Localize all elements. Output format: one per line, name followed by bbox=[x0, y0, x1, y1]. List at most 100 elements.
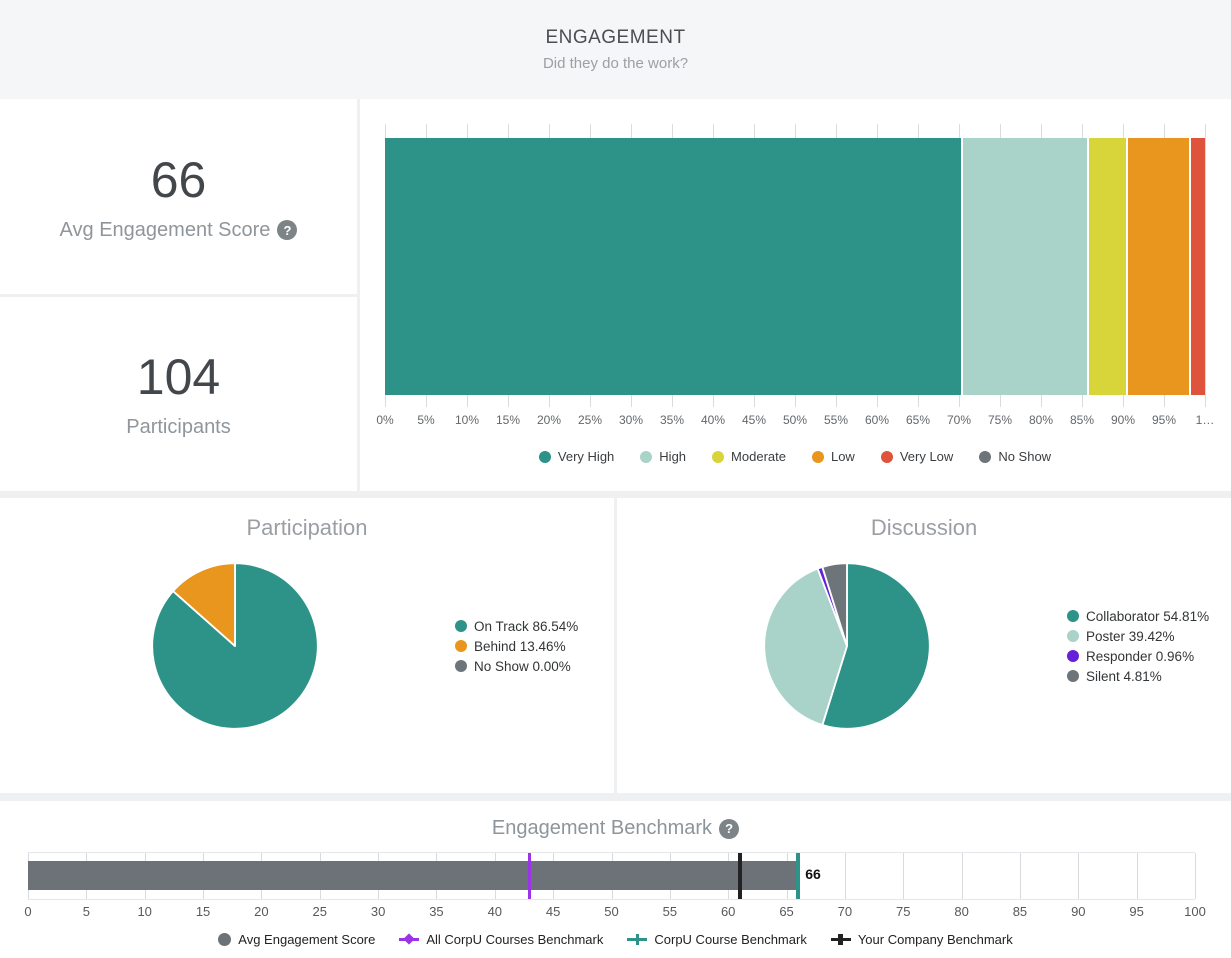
legend-item-all-corpu-courses-benchmark[interactable]: All CorpU Courses Benchmark bbox=[399, 932, 603, 947]
axis-tick-label: 0 bbox=[24, 904, 31, 919]
distribution-legend: Very High High Moderate Low Very Low No Show bbox=[385, 449, 1205, 464]
legend-dot-icon bbox=[1067, 650, 1079, 662]
axis-tick-label: 65% bbox=[906, 413, 930, 427]
distribution-x-axis: 0%5%10%15%20%25%30%35%40%45%50%55%60%65%… bbox=[385, 413, 1205, 429]
axis-tick-label: 20% bbox=[537, 413, 561, 427]
discussion-title: Discussion bbox=[617, 515, 1231, 541]
legend-dot-icon bbox=[455, 660, 467, 672]
bar-segment-very-low[interactable] bbox=[1189, 138, 1205, 395]
page-subtitle: Did they do the work? bbox=[543, 55, 688, 72]
gridline bbox=[845, 853, 846, 899]
axis-tick-label: 30% bbox=[619, 413, 643, 427]
axis-tick-label: 90% bbox=[1111, 413, 1135, 427]
benchmark-marker-all-corpu-courses-benchmark[interactable] bbox=[528, 853, 531, 899]
legend-item-your-company-benchmark[interactable]: Your Company Benchmark bbox=[831, 932, 1013, 947]
legend-label: Very Low bbox=[900, 449, 953, 464]
distribution-plot-area bbox=[385, 124, 1205, 407]
kpi-column: 66 Avg Engagement Score ? 104 Participan… bbox=[0, 99, 357, 491]
gridline bbox=[1205, 124, 1206, 407]
avg-engagement-score-value: 66 bbox=[151, 151, 207, 209]
legend-label: On Track 86.54% bbox=[474, 619, 578, 634]
benchmark-x-axis: 0510152025303540455055606570758085909510… bbox=[28, 904, 1195, 920]
benchmark-plot-area: 66 bbox=[28, 852, 1195, 900]
axis-tick-label: 60 bbox=[721, 904, 735, 919]
legend-item-no-show[interactable]: No Show 0.00% bbox=[455, 659, 578, 674]
legend-item-high[interactable]: High bbox=[640, 449, 686, 464]
legend-item-moderate[interactable]: Moderate bbox=[712, 449, 786, 464]
help-icon[interactable]: ? bbox=[719, 819, 739, 839]
legend-label: Silent 4.81% bbox=[1086, 669, 1162, 684]
axis-tick-label: 85 bbox=[1013, 904, 1027, 919]
benchmark-bar-avg-engagement-score[interactable] bbox=[28, 861, 798, 890]
legend-item-responder[interactable]: Responder 0.96% bbox=[1067, 649, 1209, 664]
axis-tick-label: 30 bbox=[371, 904, 385, 919]
benchmark-value-label: 66 bbox=[805, 866, 821, 882]
axis-tick-label: 85% bbox=[1070, 413, 1094, 427]
bar-segment-high[interactable] bbox=[961, 138, 1087, 395]
axis-tick-label: 35 bbox=[429, 904, 443, 919]
axis-tick-label: 15 bbox=[196, 904, 210, 919]
legend-plus-line-icon bbox=[627, 933, 647, 946]
legend-dot-icon bbox=[979, 451, 991, 463]
bar-segment-low[interactable] bbox=[1126, 138, 1189, 395]
legend-label: Your Company Benchmark bbox=[858, 932, 1013, 947]
legend-dot-icon bbox=[640, 451, 652, 463]
avg-engagement-score-card: 66 Avg Engagement Score ? bbox=[0, 99, 357, 294]
participation-legend: On Track 86.54% Behind 13.46% No Show 0.00… bbox=[455, 619, 578, 674]
legend-diamond-line-icon bbox=[399, 933, 419, 946]
benchmark-marker-your-company-benchmark[interactable] bbox=[738, 853, 742, 899]
legend-item-avg-engagement-score[interactable]: Avg Engagement Score bbox=[218, 932, 375, 947]
axis-tick-label: 0% bbox=[376, 413, 393, 427]
engagement-distribution-chart: 0%5%10%15%20%25%30%35%40%45%50%55%60%65%… bbox=[360, 99, 1231, 491]
participants-value: 104 bbox=[137, 348, 220, 406]
legend-item-no-show[interactable]: No Show bbox=[979, 449, 1051, 464]
axis-tick-label: 75 bbox=[896, 904, 910, 919]
legend-dot-icon bbox=[218, 933, 231, 946]
bar-segment-very-high[interactable] bbox=[385, 138, 961, 395]
legend-item-low[interactable]: Low bbox=[812, 449, 855, 464]
legend-label: Very High bbox=[558, 449, 614, 464]
axis-tick-label: 1… bbox=[1196, 413, 1215, 427]
benchmark-marker-corpu-course-benchmark[interactable] bbox=[796, 853, 800, 899]
participation-pie bbox=[143, 554, 327, 738]
legend-item-behind[interactable]: Behind 13.46% bbox=[455, 639, 578, 654]
axis-tick-label: 65 bbox=[779, 904, 793, 919]
axis-tick-label: 35% bbox=[660, 413, 684, 427]
axis-tick-label: 45 bbox=[546, 904, 560, 919]
bar-segment-moderate[interactable] bbox=[1087, 138, 1126, 395]
stacked-bar bbox=[385, 138, 1205, 395]
axis-tick-label: 25 bbox=[313, 904, 327, 919]
legend-label: Behind 13.46% bbox=[474, 639, 566, 654]
help-icon[interactable]: ? bbox=[277, 220, 297, 240]
legend-label: High bbox=[659, 449, 686, 464]
legend-dot-icon bbox=[1067, 630, 1079, 642]
legend-item-on-track[interactable]: On Track 86.54% bbox=[455, 619, 578, 634]
legend-item-poster[interactable]: Poster 39.42% bbox=[1067, 629, 1209, 644]
participants-card: 104 Participants bbox=[0, 297, 357, 492]
axis-tick-label: 50% bbox=[783, 413, 807, 427]
legend-label: All CorpU Courses Benchmark bbox=[426, 932, 603, 947]
axis-tick-label: 5% bbox=[417, 413, 434, 427]
participation-title: Participation bbox=[0, 515, 614, 541]
legend-item-very-high[interactable]: Very High bbox=[539, 449, 614, 464]
engagement-header: ENGAGEMENT Did they do the work? bbox=[0, 0, 1231, 99]
legend-label: Moderate bbox=[731, 449, 786, 464]
legend-label: Responder 0.96% bbox=[1086, 649, 1194, 664]
legend-item-silent[interactable]: Silent 4.81% bbox=[1067, 669, 1209, 684]
legend-bar-line-icon bbox=[831, 933, 851, 946]
axis-tick-label: 55 bbox=[663, 904, 677, 919]
legend-dot-icon bbox=[455, 640, 467, 652]
legend-dot-icon bbox=[712, 451, 724, 463]
axis-tick-label: 95 bbox=[1129, 904, 1143, 919]
gridline bbox=[962, 853, 963, 899]
legend-item-corpu-course-benchmark[interactable]: CorpU Course Benchmark bbox=[627, 932, 806, 947]
legend-dot-icon bbox=[1067, 610, 1079, 622]
legend-label: No Show bbox=[998, 449, 1051, 464]
legend-dot-icon bbox=[455, 620, 467, 632]
gridline bbox=[1078, 853, 1079, 899]
axis-tick-label: 80% bbox=[1029, 413, 1053, 427]
legend-item-very-low[interactable]: Very Low bbox=[881, 449, 953, 464]
gridline bbox=[903, 853, 904, 899]
legend-item-collaborator[interactable]: Collaborator 54.81% bbox=[1067, 609, 1209, 624]
axis-tick-label: 25% bbox=[578, 413, 602, 427]
